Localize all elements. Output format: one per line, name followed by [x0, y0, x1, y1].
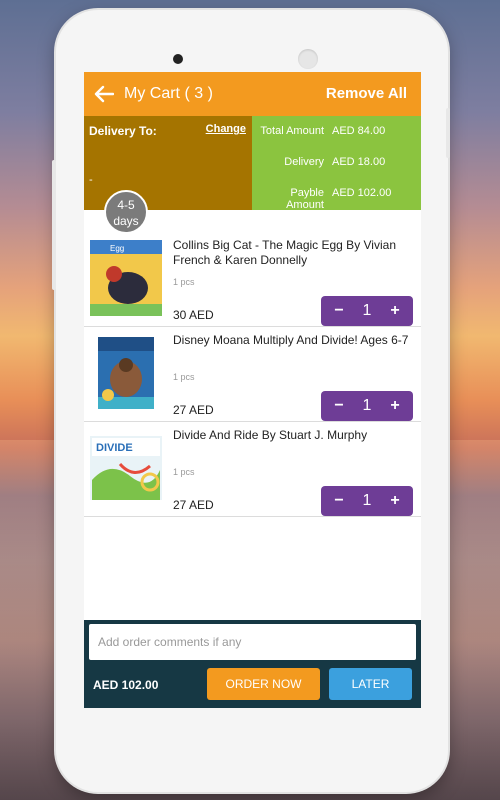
item-price: 27 AED	[173, 498, 214, 512]
book-cover-image	[90, 335, 162, 411]
item-pcs: 1 pcs	[173, 372, 195, 382]
volume-button	[52, 160, 56, 290]
amount-box: Total Amount AED 84.00 Delivery AED 18.0…	[252, 116, 421, 211]
checkout-total: AED 102.00	[93, 678, 159, 692]
quantity-value: 1	[362, 397, 372, 414]
total-amount-row: Total Amount AED 84.00	[252, 125, 421, 137]
top-bar: My Cart ( 3 ) Remove All	[84, 72, 421, 116]
camera	[173, 54, 183, 64]
delivery-amount-label: Delivery	[284, 156, 324, 168]
delivery-to-label: Delivery To:	[89, 124, 157, 138]
order-comment-input[interactable]: Add order comments if any	[89, 624, 416, 660]
list-item[interactable]: Disney Moana Multiply And Divide! Ages 6…	[84, 327, 421, 422]
total-amount-label: Total Amount	[260, 125, 324, 137]
quantity-stepper: − 1 +	[321, 296, 413, 326]
cart-list: Egg Collins Big Cat - The Magic Egg By V…	[84, 232, 421, 517]
list-item[interactable]: Egg Collins Big Cat - The Magic Egg By V…	[84, 232, 421, 327]
decrement-button[interactable]: −	[331, 302, 347, 320]
item-price: 30 AED	[173, 308, 214, 322]
app-screen: My Cart ( 3 ) Remove All Delivery To: Ch…	[84, 72, 421, 708]
speaker	[298, 49, 318, 69]
delivery-amount-row: Delivery AED 18.00	[252, 156, 421, 168]
item-title: Divide And Ride By Stuart J. Murphy	[173, 428, 368, 442]
decrement-button[interactable]: −	[331, 492, 347, 510]
item-title: Disney Moana Multiply And Divide! Ages 6…	[173, 333, 409, 347]
later-button[interactable]: LATER	[329, 668, 412, 700]
remove-all-button[interactable]: Remove All	[326, 85, 407, 102]
svg-text:DIVIDE: DIVIDE	[96, 442, 133, 454]
item-pcs: 1 pcs	[173, 277, 195, 287]
payable-amount-row: Payble Amount AED 102.00	[252, 187, 421, 211]
item-title: Collins Big Cat - The Magic Egg By Vivia…	[173, 238, 396, 267]
quantity-value: 1	[362, 492, 372, 509]
delivery-days-unit: days	[113, 214, 139, 228]
item-pcs: 1 pcs	[173, 467, 195, 477]
quantity-stepper: − 1 +	[321, 391, 413, 421]
quantity-value: 1	[362, 302, 372, 319]
payable-amount-label: Payble Amount	[286, 187, 324, 211]
order-now-button[interactable]: ORDER NOW	[207, 668, 320, 700]
increment-button[interactable]: +	[387, 492, 403, 510]
item-price: 27 AED	[173, 403, 214, 417]
svg-text:Egg: Egg	[110, 244, 124, 253]
delivery-days-number: 4-5	[117, 198, 135, 212]
total-amount-value: AED 84.00	[332, 125, 386, 137]
page-title: My Cart ( 3 )	[124, 85, 213, 102]
arrow-left-icon[interactable]	[84, 72, 124, 116]
payable-amount-value: AED 102.00	[332, 187, 392, 199]
checkout-bar: Add order comments if any AED 102.00 ORD…	[84, 620, 421, 708]
power-button	[446, 108, 450, 158]
quantity-stepper: − 1 +	[321, 486, 413, 516]
delivery-amount-value: AED 18.00	[332, 156, 386, 168]
book-cover-image: DIVIDE	[90, 430, 162, 506]
delivery-days-badge: 4-5 days	[104, 190, 148, 234]
increment-button[interactable]: +	[387, 397, 403, 415]
book-cover-image: Egg	[90, 240, 162, 316]
decrement-button[interactable]: −	[331, 397, 347, 415]
list-item[interactable]: DIVIDE Divide And Ride By Stuart J. Murp…	[84, 422, 421, 517]
delivery-address: -	[89, 174, 93, 186]
change-address-link[interactable]: Change	[206, 123, 246, 135]
increment-button[interactable]: +	[387, 302, 403, 320]
